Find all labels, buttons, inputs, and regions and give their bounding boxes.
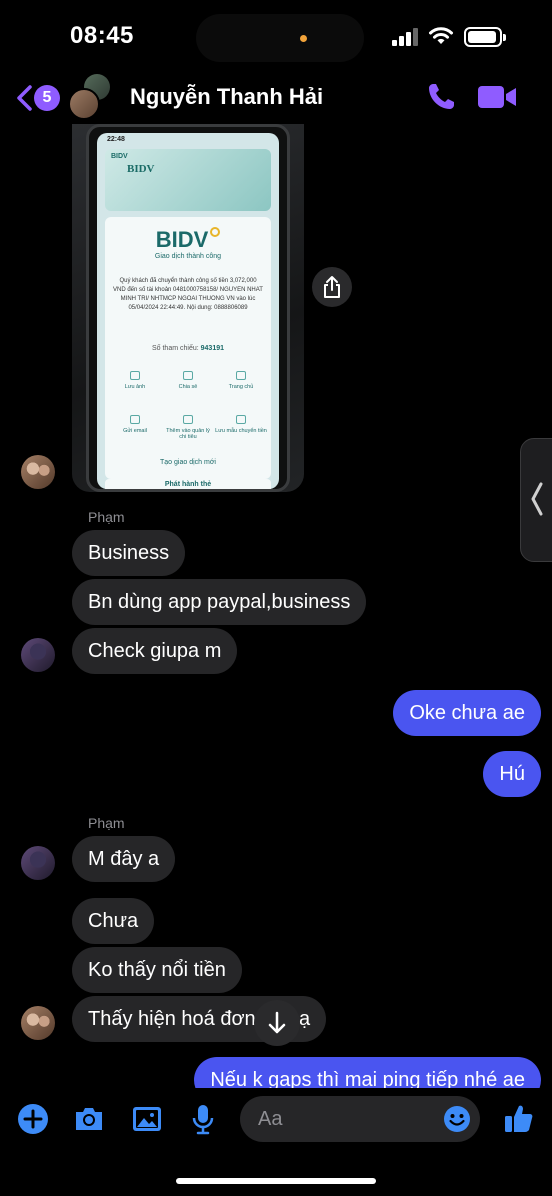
message-bubble[interactable]: Check giupa m [72, 628, 238, 674]
scroll-to-bottom-button[interactable] [254, 1000, 300, 1046]
unread-count-badge: 5 [34, 85, 60, 111]
sender-name: Phạm [88, 509, 125, 525]
message-bubble[interactable]: M đây a [72, 836, 176, 882]
contact-name[interactable]: Nguyễn Thanh Hải [130, 84, 323, 110]
arrow-down-icon [268, 1011, 286, 1034]
message-input-container[interactable] [240, 1096, 480, 1142]
sender-avatar[interactable] [21, 638, 55, 672]
status-time: 08:45 [70, 22, 134, 49]
chevron-left-icon [17, 85, 32, 111]
message-bubble[interactable]: Nếu k gaps thì mai ping tiếp nhé ae [194, 1057, 541, 1088]
message-composer [0, 1088, 552, 1196]
battery-icon [464, 27, 506, 47]
message-list[interactable]: 22:48 BIDV BIDV BIDV Giao dịch thành côn… [0, 124, 552, 1088]
reference-number: Số tham chiếu: 943191 [151, 345, 224, 352]
cellular-signal-icon [392, 28, 418, 46]
sender-avatar[interactable] [21, 455, 55, 489]
conversation-avatar[interactable] [66, 74, 112, 120]
emoji-icon[interactable] [442, 1104, 472, 1134]
avatar-member-2 [68, 88, 100, 120]
wifi-icon [429, 27, 453, 44]
message-bubble[interactable]: Hú [483, 751, 541, 797]
receipt-actions: Lưu ảnh Chia sẻ Trang chủ Gửi email Thêm… [109, 365, 267, 455]
microphone-icon[interactable] [186, 1102, 220, 1136]
side-panel-handle[interactable] [520, 438, 552, 562]
sender-avatar[interactable] [21, 1006, 55, 1040]
share-icon [324, 276, 340, 298]
bank-banner: BIDV BIDV [105, 149, 271, 211]
message-bubble[interactable]: Oke chưa ae [393, 690, 541, 736]
message-bubble[interactable]: Business [72, 530, 186, 576]
message-bubble[interactable]: Ko thấy nổi tiền [72, 947, 242, 993]
message-bubble[interactable]: Bn dùng app paypal,business [72, 579, 367, 625]
receipt-title: Giao dịch thành công [154, 253, 222, 260]
issue-card-button: Phát hành thẻ [105, 479, 271, 489]
sender-name: Phạm [88, 815, 125, 831]
dynamic-island [196, 14, 364, 62]
phone-icon[interactable] [424, 80, 458, 114]
thumbs-up-icon[interactable] [502, 1102, 536, 1136]
share-button[interactable] [312, 267, 352, 307]
receipt-body: Quý khách đã chuyển thành công số tiền 3… [113, 278, 263, 311]
shared-photo[interactable]: 22:48 BIDV BIDV BIDV Giao dịch thành côn… [72, 124, 304, 492]
image-icon[interactable] [130, 1102, 164, 1136]
privacy-indicator-icon [300, 35, 307, 42]
status-bar: 08:45 [0, 0, 552, 72]
home-indicator [176, 1178, 376, 1184]
plus-icon[interactable] [16, 1102, 50, 1136]
chevron-left-icon [531, 482, 543, 516]
back-button[interactable]: 5 [14, 82, 64, 114]
conversation-header: 5 Nguyễn Thanh Hải [0, 72, 552, 124]
message-bubble[interactable]: Chưa [72, 898, 155, 944]
bank-receipt-screen: 22:48 BIDV BIDV BIDV Giao dịch thành côn… [97, 133, 279, 489]
new-transaction-link: Tạo giao dịch mới [160, 459, 216, 466]
sender-avatar[interactable] [21, 846, 55, 880]
receipt-card: BIDV Giao dịch thành công Quý khách đã c… [105, 217, 271, 479]
phone-in-photo: 22:48 BIDV BIDV BIDV Giao dịch thành côn… [86, 124, 290, 492]
bank-logo: BIDV [105, 227, 271, 253]
camera-icon[interactable] [72, 1102, 106, 1136]
video-camera-icon[interactable] [476, 82, 518, 112]
message-input[interactable] [258, 1096, 428, 1142]
